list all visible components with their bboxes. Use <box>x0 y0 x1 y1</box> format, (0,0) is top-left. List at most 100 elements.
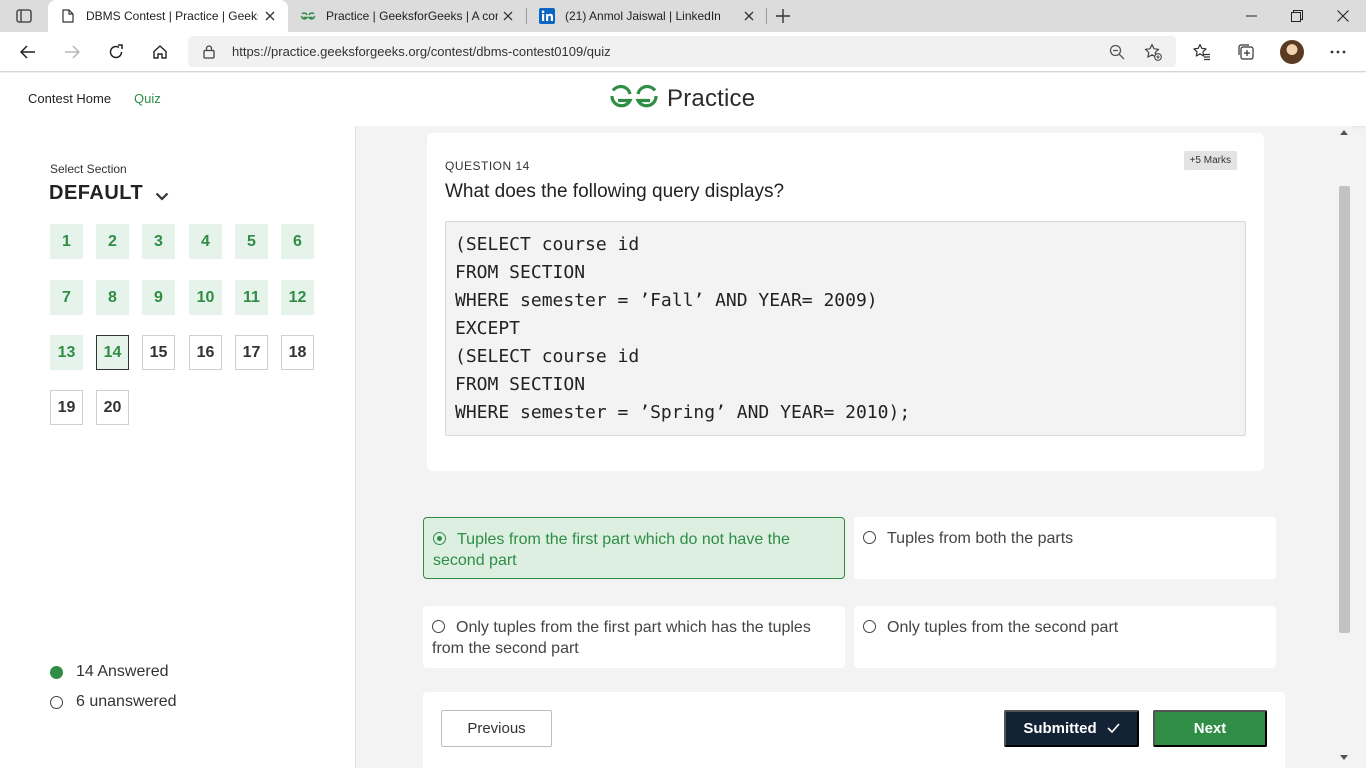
back-icon[interactable] <box>12 36 44 68</box>
collections-icon[interactable] <box>1234 40 1258 64</box>
question-button-11[interactable]: 11 <box>235 280 268 315</box>
option-text: Tuples from the first part which do not … <box>433 531 790 569</box>
main-content: QUESTION 14 +5 Marks What does the follo… <box>356 126 1336 768</box>
option-3[interactable]: Only tuples from the first part which ha… <box>423 606 845 668</box>
browser-tab-1[interactable]: DBMS Contest | Practice | GeeksforGeeks <box>48 0 288 32</box>
gfg-icon <box>300 8 316 24</box>
option-4[interactable]: Only tuples from the second part <box>854 606 1276 668</box>
option-text: Only tuples from the second part <box>887 619 1119 636</box>
next-button[interactable]: Next <box>1153 710 1267 747</box>
url-text[interactable]: https://practice.geeksforgeeks.org/conte… <box>232 44 611 59</box>
more-options-icon[interactable] <box>1326 40 1350 64</box>
browser-tab-2[interactable]: Practice | GeeksforGeeks | A computer sc… <box>288 0 526 32</box>
unanswered-dot-icon <box>50 695 63 709</box>
question-button-8[interactable]: 8 <box>96 280 129 315</box>
question-button-5[interactable]: 5 <box>235 224 268 259</box>
unanswered-count: 6 unanswered <box>76 693 177 710</box>
question-button-4[interactable]: 4 <box>189 224 222 259</box>
question-button-15[interactable]: 15 <box>142 335 175 370</box>
unanswered-legend: 6 unanswered <box>50 693 177 711</box>
scroll-up-icon[interactable] <box>1340 130 1348 135</box>
radio-selected-icon <box>433 532 446 545</box>
submitted-label: Submitted <box>1023 720 1097 737</box>
new-tab-icon[interactable] <box>770 4 796 28</box>
tab-separator <box>766 8 767 24</box>
code-line: WHERE semester = ’Fall’ AND YEAR= 2009) <box>455 290 878 311</box>
option-2[interactable]: Tuples from both the parts <box>854 517 1276 579</box>
nav-contest-home[interactable]: Contest Home <box>28 91 111 106</box>
scrollbar[interactable] <box>1336 126 1352 768</box>
question-button-16[interactable]: 16 <box>189 335 222 370</box>
question-button-1[interactable]: 1 <box>50 224 83 259</box>
nav-quiz[interactable]: Quiz <box>134 91 161 106</box>
close-tab-icon[interactable] <box>262 8 278 24</box>
marks-badge: +5 Marks <box>1183 151 1237 170</box>
question-button-18[interactable]: 18 <box>281 335 314 370</box>
tab-title: Practice | GeeksforGeeks | A computer sc… <box>326 9 498 23</box>
select-section-label: Select Section <box>50 162 127 176</box>
radio-icon <box>863 620 876 633</box>
question-button-9[interactable]: 9 <box>142 280 175 315</box>
browser-tab-3[interactable]: (21) Anmol Jaiswal | LinkedIn <box>527 0 767 32</box>
document-icon <box>60 8 76 24</box>
chevron-down-icon <box>155 184 169 207</box>
question-footer: Previous Submitted Next <box>423 692 1285 768</box>
add-favorite-icon[interactable] <box>1144 43 1162 61</box>
question-button-3[interactable]: 3 <box>142 224 175 259</box>
previous-button[interactable]: Previous <box>441 710 552 747</box>
radio-icon <box>432 620 445 633</box>
scrollbar-thumb[interactable] <box>1339 186 1350 633</box>
code-line: (SELECT course id <box>455 234 640 255</box>
question-button-7[interactable]: 7 <box>50 280 83 315</box>
answered-count: 14 Answered <box>76 663 169 680</box>
question-button-20[interactable]: 20 <box>96 390 129 425</box>
site-header: Contest Home Quiz Practice <box>0 73 1366 126</box>
tab-title: DBMS Contest | Practice | GeeksforGeeks <box>86 9 258 23</box>
option-1[interactable]: Tuples from the first part which do not … <box>423 517 845 579</box>
tab-title: (21) Anmol Jaiswal | LinkedIn <box>565 9 721 23</box>
question-text: What does the following query displays? <box>445 181 785 202</box>
code-block: (SELECT course id FROM SECTION WHERE sem… <box>445 221 1246 436</box>
zoom-icon[interactable] <box>1108 43 1126 61</box>
linkedin-icon <box>539 8 555 24</box>
question-button-19[interactable]: 19 <box>50 390 83 425</box>
section-dropdown[interactable]: DEFAULT <box>49 180 169 207</box>
favorites-icon[interactable] <box>1190 40 1214 64</box>
question-number: QUESTION 14 <box>445 159 530 173</box>
restore-icon[interactable] <box>1274 0 1320 32</box>
lock-icon[interactable] <box>202 44 216 59</box>
question-button-13[interactable]: 13 <box>50 335 83 370</box>
tab-actions-icon[interactable] <box>10 6 38 26</box>
close-tab-icon[interactable] <box>741 8 757 24</box>
question-button-12[interactable]: 12 <box>281 280 314 315</box>
scroll-down-icon[interactable] <box>1340 755 1348 760</box>
question-sidebar: Select Section DEFAULT 1 2 3 4 5 6 7 8 9 10 11 12 13… <box>0 126 356 768</box>
check-icon <box>1107 720 1120 737</box>
refresh-icon[interactable] <box>100 36 132 68</box>
question-card: QUESTION 14 +5 Marks What does the follo… <box>427 133 1264 471</box>
question-button-17[interactable]: 17 <box>235 335 268 370</box>
gfg-logo[interactable]: Practice <box>609 83 755 114</box>
option-text: Only tuples from the first part which ha… <box>432 619 811 657</box>
minimize-icon[interactable] <box>1228 0 1274 32</box>
answered-legend: 14 Answered <box>50 663 169 681</box>
question-button-10[interactable]: 10 <box>189 280 222 315</box>
question-button-6[interactable]: 6 <box>281 224 314 259</box>
submitted-button[interactable]: Submitted <box>1004 710 1139 747</box>
address-bar[interactable]: https://practice.geeksforgeeks.org/conte… <box>188 36 1176 67</box>
close-tab-icon[interactable] <box>500 8 516 24</box>
question-button-14[interactable]: 14 <box>96 335 129 370</box>
code-line: (SELECT course id <box>455 346 640 367</box>
home-icon[interactable] <box>144 36 176 68</box>
brand-name: Practice <box>667 84 756 112</box>
code-line: EXCEPT <box>455 318 521 339</box>
question-button-2[interactable]: 2 <box>96 224 129 259</box>
section-name: DEFAULT <box>49 182 144 204</box>
close-window-icon[interactable] <box>1320 0 1366 32</box>
radio-icon <box>863 531 876 544</box>
code-line: WHERE semester = ’Spring’ AND YEAR= 2010… <box>455 402 911 423</box>
answered-dot-icon <box>50 665 63 679</box>
browser-tab-bar: DBMS Contest | Practice | GeeksforGeeks … <box>0 0 1366 32</box>
forward-icon[interactable] <box>56 36 88 68</box>
profile-avatar[interactable] <box>1280 40 1304 64</box>
